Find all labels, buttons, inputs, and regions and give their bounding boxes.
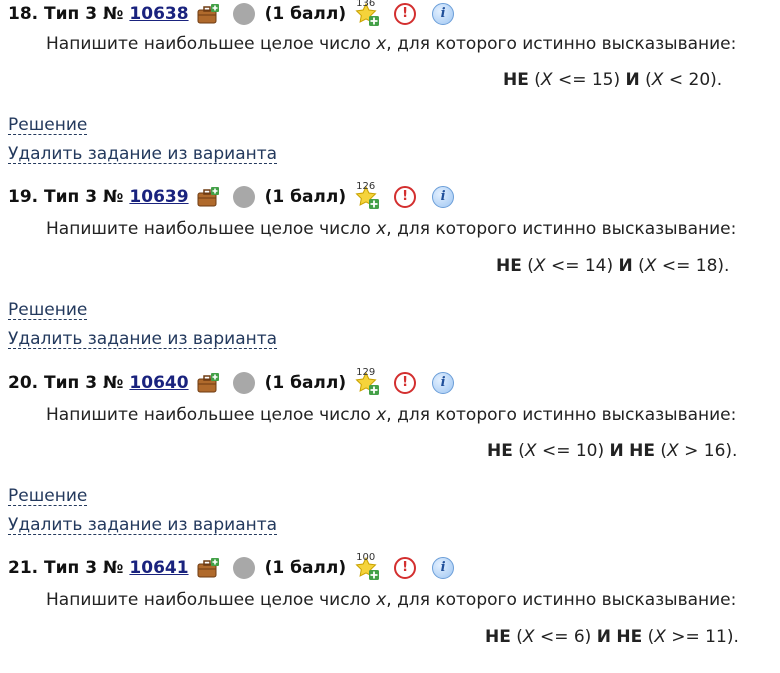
info-icon[interactable]: i: [432, 557, 455, 579]
remove-task-link[interactable]: Удалить задание из варианта: [8, 516, 278, 535]
task-score: (1 балл): [264, 558, 347, 578]
task-header: 21. Тип 3 № 10641 (1 балл) 100 ! i: [8, 552, 455, 582]
info-icon[interactable]: i: [432, 186, 455, 208]
star-add-icon[interactable]: 129: [354, 367, 380, 396]
star-add-icon[interactable]: 126: [354, 181, 380, 210]
task-question: Напишите наибольшее целое число x, для к…: [46, 405, 737, 425]
star-count: 100: [356, 552, 376, 563]
task-header: 20. Тип 3 № 10640 (1 балл) 129 ! i: [8, 367, 455, 397]
task-score: (1 балл): [264, 4, 347, 24]
info-icon[interactable]: i: [432, 3, 455, 25]
solution-link[interactable]: Решение: [8, 301, 88, 320]
task-question: Напишите наибольшее целое число x, для к…: [46, 34, 737, 54]
task-header: 19. Тип 3 № 10639 (1 балл) 126 ! i: [8, 181, 455, 211]
task-id-link[interactable]: 10638: [129, 4, 188, 24]
task-question: Напишите наибольшее целое число x, для к…: [46, 590, 737, 610]
star-count: 126: [356, 181, 376, 192]
star-add-icon[interactable]: 136: [354, 0, 380, 27]
report-error-icon[interactable]: !: [394, 186, 417, 208]
status-circle-icon[interactable]: [232, 557, 255, 579]
star-add-icon[interactable]: 100: [354, 552, 380, 581]
task-header: 18. Тип 3 № 10638 (1 балл) 136 ! i: [8, 0, 455, 28]
task-number: 21. Тип 3 №: [8, 558, 124, 578]
remove-task-link[interactable]: Удалить задание из варианта: [8, 330, 278, 349]
task-id-link[interactable]: 10639: [129, 187, 188, 207]
report-error-icon[interactable]: !: [394, 557, 417, 579]
report-error-icon[interactable]: !: [394, 372, 417, 394]
task-number: 18. Тип 3 №: [8, 4, 124, 24]
task-score: (1 балл): [264, 187, 347, 207]
status-circle-icon[interactable]: [232, 186, 255, 208]
task-expression: НЕ (X <= 15) И (X < 20).: [503, 70, 723, 90]
task-score: (1 балл): [264, 373, 347, 393]
solution-link[interactable]: Решение: [8, 116, 88, 135]
task-question: Напишите наибольшее целое число x, для к…: [46, 219, 737, 239]
task-number: 19. Тип 3 №: [8, 187, 124, 207]
status-circle-icon[interactable]: [232, 3, 255, 25]
briefcase-add-icon[interactable]: [197, 187, 219, 207]
star-count: 136: [356, 0, 376, 9]
solution-link[interactable]: Решение: [8, 487, 88, 506]
report-error-icon[interactable]: !: [394, 3, 417, 25]
info-icon[interactable]: i: [432, 372, 455, 394]
task-id-link[interactable]: 10640: [129, 373, 188, 393]
task-expression: НЕ (X <= 10) И НЕ (X > 16).: [487, 441, 738, 461]
briefcase-add-icon[interactable]: [197, 558, 219, 578]
task-number: 20. Тип 3 №: [8, 373, 124, 393]
briefcase-add-icon[interactable]: [197, 4, 219, 24]
task-id-link[interactable]: 10641: [129, 558, 188, 578]
briefcase-add-icon[interactable]: [197, 373, 219, 393]
status-circle-icon[interactable]: [232, 372, 255, 394]
task-expression: НЕ (X <= 6) И НЕ (X >= 11).: [485, 627, 739, 647]
star-count: 129: [356, 367, 376, 378]
task-expression: НЕ (X <= 14) И (X <= 18).: [496, 256, 730, 276]
remove-task-link[interactable]: Удалить задание из варианта: [8, 145, 278, 164]
